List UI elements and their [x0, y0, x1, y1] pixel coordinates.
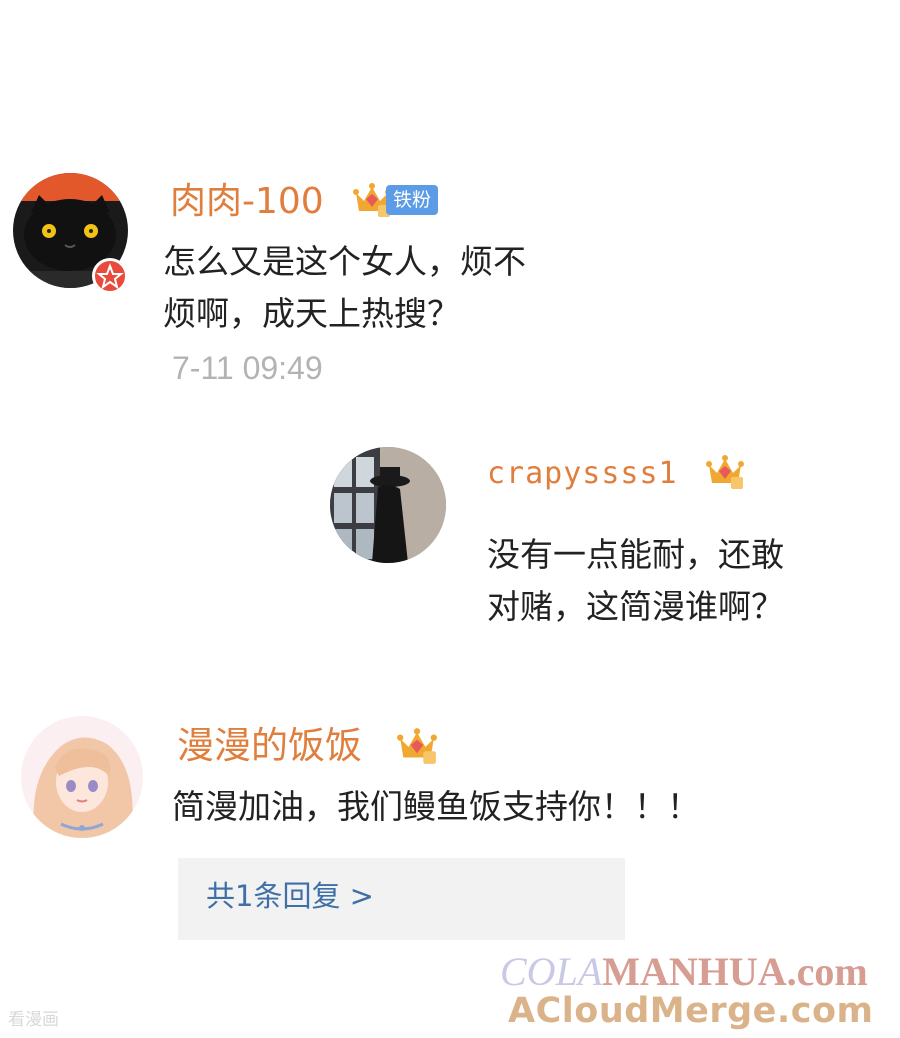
comment-time: 7-11 09:49: [172, 350, 323, 386]
fan-badge: 铁粉: [386, 185, 438, 215]
fan-badge-label: 铁粉: [392, 189, 431, 211]
reply-content: 没有一点能耐，还敢 对赌，这简漫谁啊？: [487, 529, 784, 633]
reply-line: 没有一点能耐，还敢: [487, 535, 784, 574]
watermark-colamanhua: COLAMANHUA.com: [500, 952, 868, 992]
watermark-part-a: COLA: [500, 949, 603, 994]
anime-girl-avatar-icon: [21, 716, 143, 838]
username[interactable]: 肉肉-100: [170, 184, 324, 220]
replies-box[interactable]: 共1条回复 >: [178, 858, 625, 940]
username[interactable]: 漫漫的饭饭: [177, 727, 362, 764]
crown-badge-icon: [396, 726, 438, 770]
avatar[interactable]: [330, 447, 446, 563]
comment-line: 烦啊，成天上热搜？: [163, 294, 460, 333]
crown-badge-icon: [705, 453, 745, 495]
watermark-acloudmerge: ACloudMerge.com: [508, 991, 874, 1031]
reply-line: 对赌，这简漫谁啊？: [487, 587, 784, 626]
woman-window-avatar-icon: [330, 447, 446, 563]
vip-star-icon: [92, 258, 128, 294]
comment-content: 怎么又是这个女人，烦不 烦啊，成天上热搜？: [163, 236, 526, 340]
comment-line: 怎么又是这个女人，烦不: [163, 242, 526, 281]
replies-link[interactable]: 共1条回复 >: [206, 882, 374, 911]
avatar[interactable]: [21, 716, 143, 838]
comment-content: 简漫加油，我们鳗鱼饭支持你！！！: [172, 787, 700, 826]
username[interactable]: crapyssss1: [487, 459, 678, 489]
watermark-part-b: MANHUA.com: [602, 949, 868, 994]
watermark-corner: 看漫画: [8, 1010, 59, 1030]
